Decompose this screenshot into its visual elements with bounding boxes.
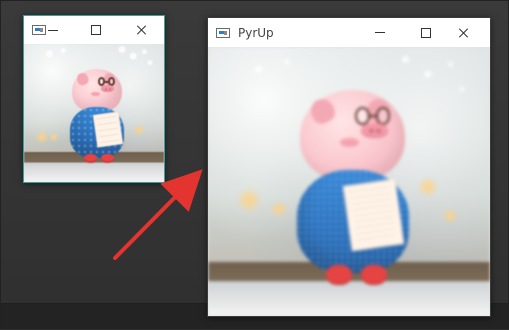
close-icon — [137, 25, 147, 35]
pyrup-titlebar[interactable]: PyrUp — [208, 18, 490, 47]
minimize-button[interactable] — [362, 18, 398, 47]
close-icon — [459, 28, 469, 38]
close-button[interactable] — [128, 16, 156, 44]
close-button[interactable] — [446, 18, 482, 47]
pyrup-window: PyrUp — [207, 17, 491, 317]
app-icon — [216, 27, 230, 38]
maximize-button[interactable] — [82, 16, 110, 44]
small-image-window — [23, 15, 165, 183]
pig-figure-image — [208, 47, 490, 316]
minimize-icon — [48, 30, 58, 31]
minimize-button[interactable] — [40, 16, 66, 44]
small-window-titlebar[interactable] — [24, 16, 164, 44]
pyrup-title: PyrUp — [238, 25, 274, 40]
maximize-button[interactable] — [408, 18, 444, 47]
pyrup-image-area — [208, 47, 490, 316]
minimize-icon — [375, 32, 385, 33]
small-image-area — [24, 44, 164, 182]
maximize-icon — [421, 28, 431, 38]
maximize-icon — [91, 25, 101, 35]
pig-figure-image — [24, 44, 164, 182]
desktop-background: PyrUp — [0, 0, 509, 329]
